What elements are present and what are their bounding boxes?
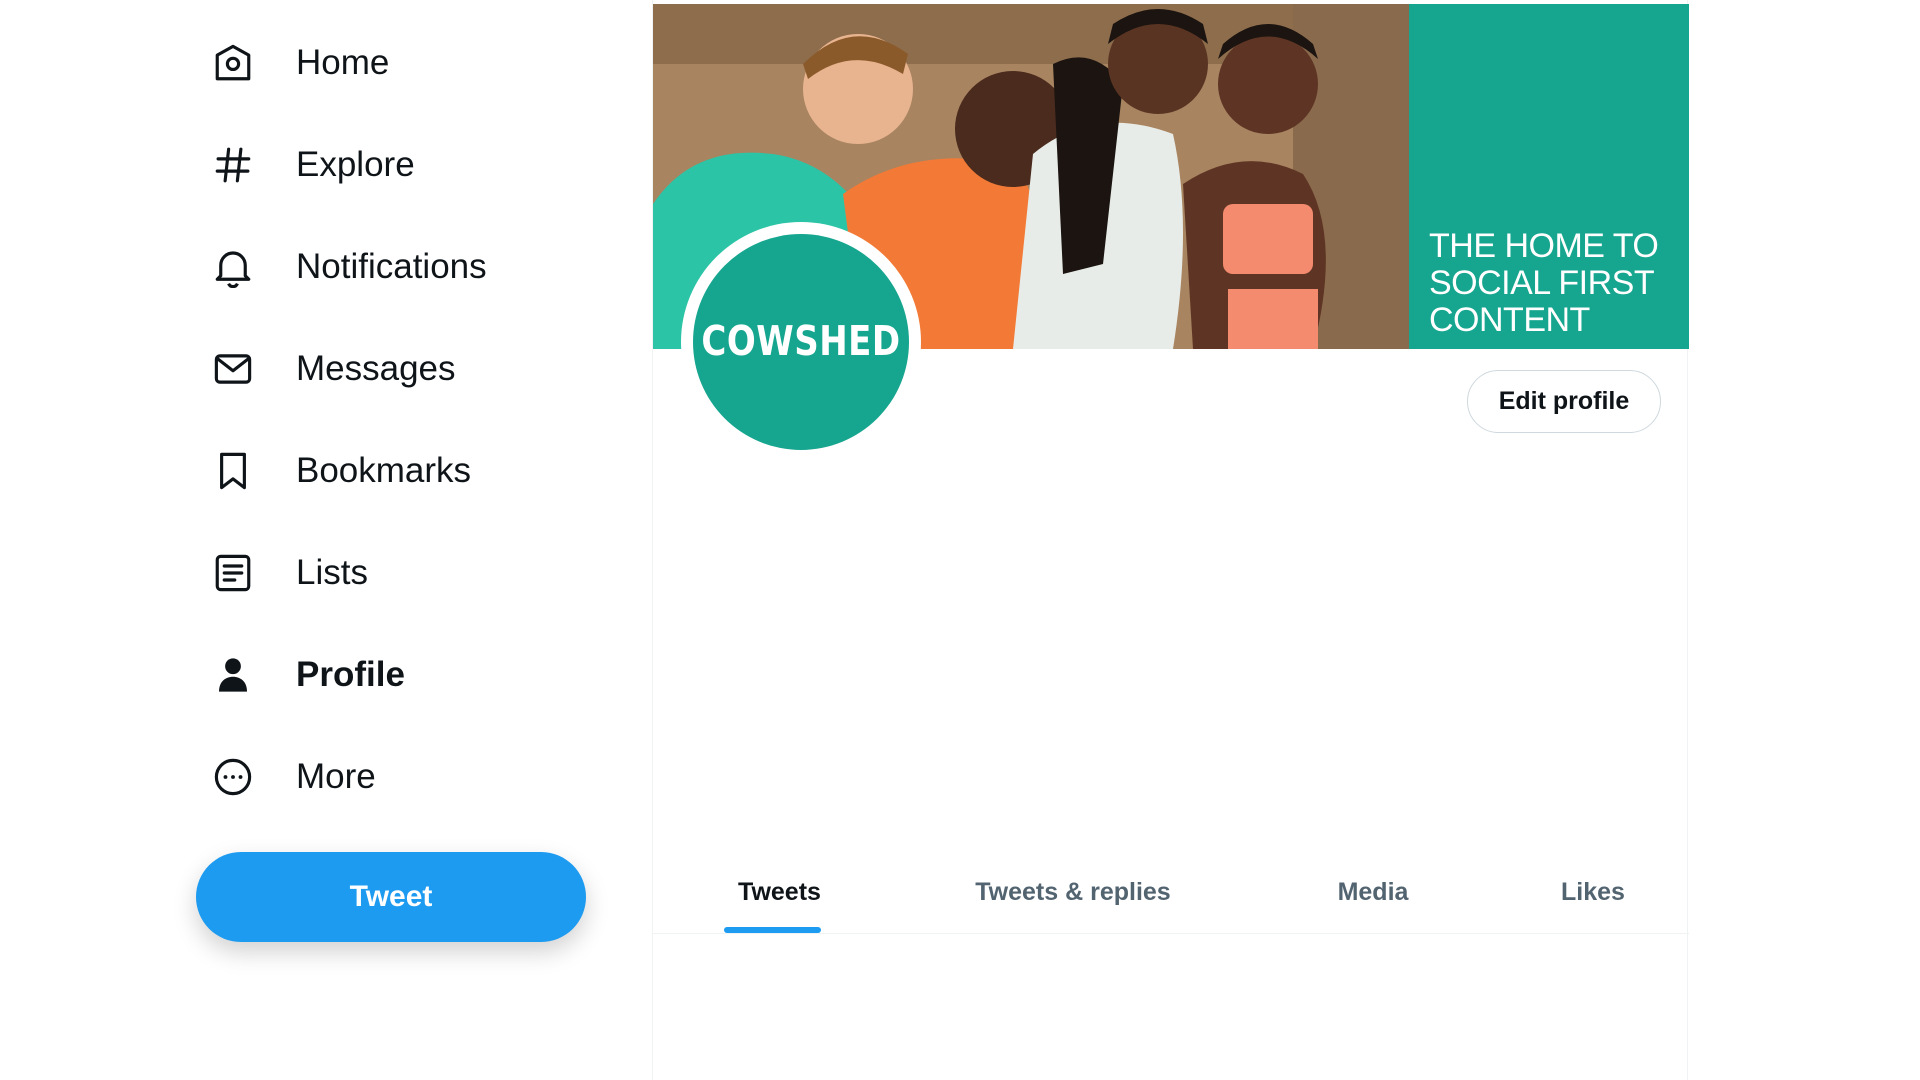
tab-tweets[interactable]: Tweets — [711, 850, 848, 934]
banner-tagline: THE HOME TO SOCIAL FIRST CONTENT — [1429, 227, 1659, 339]
bell-icon — [210, 244, 256, 290]
tab-tweets-replies[interactable]: Tweets & replies — [953, 850, 1193, 934]
hashtag-icon — [210, 142, 256, 188]
sidebar-item-label: Messages — [296, 349, 456, 388]
tab-label: Tweets — [738, 877, 821, 906]
sidebar-item-label: Lists — [296, 553, 368, 592]
avatar-circle: COWSHED — [693, 234, 909, 450]
sidebar-item-profile[interactable]: Profile — [210, 640, 405, 710]
bookmark-icon — [210, 448, 256, 494]
sidebar-item-home[interactable]: Home — [210, 28, 389, 98]
more-circle-icon — [210, 754, 256, 800]
sidebar-item-more[interactable]: More — [210, 742, 376, 812]
banner-green-panel: THE HOME TO SOCIAL FIRST CONTENT — [1409, 4, 1689, 349]
sidebar-item-label: Home — [296, 43, 390, 82]
profile-main: THE HOME TO SOCIAL FIRST CONTENT COWSHED… — [652, 0, 1689, 1080]
tab-label: Tweets & replies — [975, 877, 1171, 906]
sidebar-item-lists[interactable]: Lists — [210, 538, 368, 608]
sidebar-item-notifications[interactable]: Notifications — [210, 232, 487, 302]
envelope-icon — [210, 346, 256, 392]
edit-profile-button[interactable]: Edit profile — [1467, 370, 1661, 433]
sidebar-item-bookmarks[interactable]: Bookmarks — [210, 436, 471, 506]
sidebar-item-label: Profile — [296, 655, 405, 694]
list-icon — [210, 550, 256, 596]
sidebar-item-label: Notifications — [296, 247, 487, 286]
tab-media[interactable]: Media — [1303, 850, 1443, 934]
tab-label: Likes — [1561, 877, 1625, 906]
sidebar-item-label: Bookmarks — [296, 451, 472, 490]
home-icon — [210, 40, 256, 86]
sidebar-item-label: Explore — [296, 145, 415, 184]
sidebar-nav: Home Explore Notifications Messages Book… — [0, 0, 650, 1080]
profile-tabs: Tweets Tweets & replies Media Likes — [653, 850, 1689, 934]
avatar-logo-text: COWSHED — [701, 318, 901, 366]
sidebar-item-explore[interactable]: Explore — [210, 130, 415, 200]
tab-label: Media — [1337, 877, 1409, 906]
sidebar-item-label: More — [296, 757, 376, 796]
sidebar-item-messages[interactable]: Messages — [210, 334, 456, 404]
avatar[interactable]: COWSHED — [681, 222, 921, 462]
active-tab-indicator — [724, 927, 821, 933]
tweet-button[interactable]: Tweet — [196, 852, 586, 942]
person-icon — [210, 652, 256, 698]
tab-likes[interactable]: Likes — [1533, 850, 1653, 934]
